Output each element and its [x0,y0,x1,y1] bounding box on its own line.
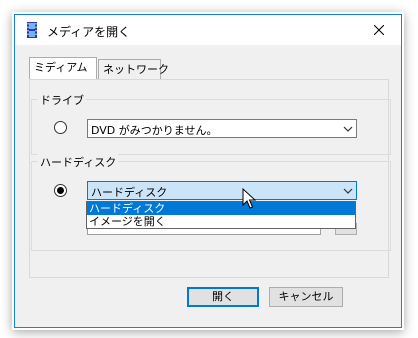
harddisk-group-label: ハードディスク [38,154,119,170]
close-button[interactable] [357,15,401,45]
harddisk-combo-value: ハードディスク [91,186,168,199]
harddisk-radio[interactable] [54,184,67,197]
film-strip-icon [27,22,37,38]
radio-selected-dot [57,187,64,194]
title-bar[interactable]: メディアを開く [15,15,401,45]
cancel-button[interactable]: キャンセル [269,287,343,307]
drive-combo[interactable]: DVD がみつかりません。 [87,119,357,138]
tab-medium[interactable]: ミディアム [29,57,97,79]
media-dialog: メディアを開く ミディアム ネットワーク ドライブ DVD がみつかりません。 … [14,14,402,328]
chevron-down-icon [343,126,353,132]
drive-combo-value: DVD がみつかりません。 [91,124,218,137]
drive-group-label: ドライブ [38,92,86,108]
tab-network[interactable]: ネットワーク [98,59,169,79]
dropdown-option-harddisk[interactable]: ハードディスク [87,202,355,215]
drive-radio[interactable] [54,121,67,134]
close-icon [374,25,384,35]
open-button[interactable]: 開く [187,287,259,307]
window-title: メディアを開く [47,25,131,39]
dropdown-option-open-image[interactable]: イメージを開く [87,215,355,228]
harddisk-dropdown-list: ハードディスク イメージを開く [86,201,356,229]
mouse-pointer-icon [242,188,256,209]
chevron-down-icon [343,188,353,194]
harddisk-combo[interactable]: ハードディスク [87,181,357,200]
